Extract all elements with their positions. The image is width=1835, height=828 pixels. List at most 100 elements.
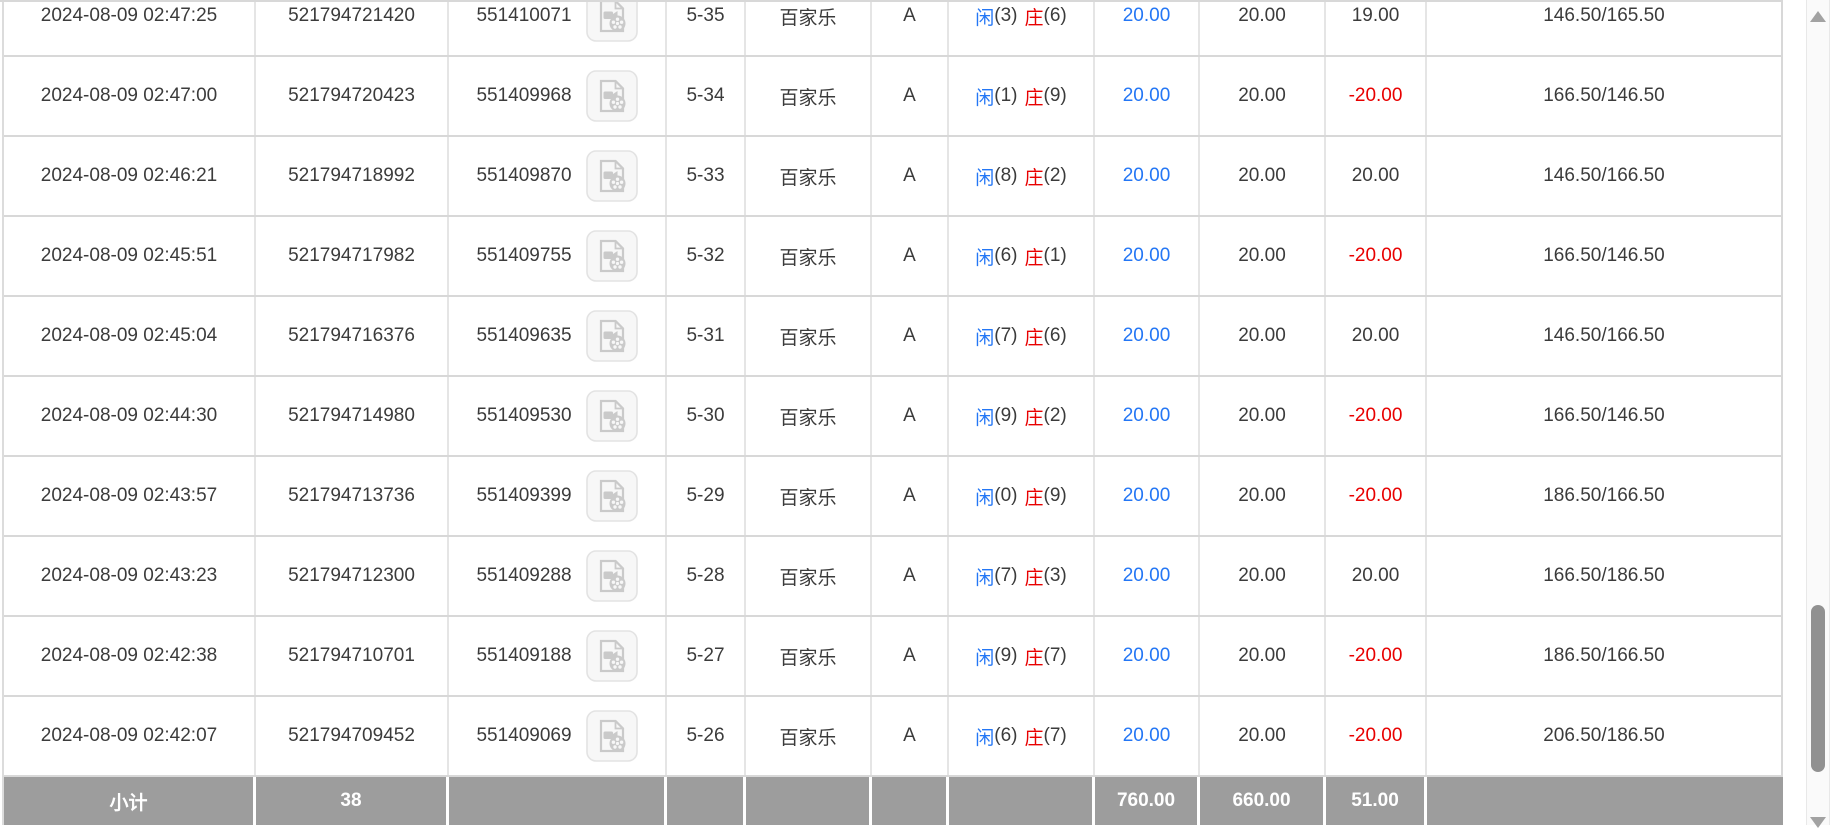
subtotal-empty-cell [1427,777,1783,825]
table-row: 2024-08-09 02:46:21 521794718992 5514098… [4,137,1783,217]
player-points: (6) [994,725,1017,747]
subtotal-empty-cell [667,777,746,825]
player-label: 闲 [975,243,994,270]
win-loss-cell: 20.00 [1326,137,1427,215]
video-replay-icon [586,70,638,122]
subtotal-valid-total: 660.00 [1200,777,1326,825]
balance-cell: 186.50/166.50 [1427,457,1783,535]
win-loss-cell: 20.00 [1326,537,1427,615]
round-id-cell: 551410071 [449,0,667,55]
bet-amount-cell: 20.00 [1095,137,1200,215]
bet-time-cell: 2024-08-09 02:45:51 [4,217,256,295]
table-code-cell: A [872,217,949,295]
subtotal-winloss-total: 51.00 [1326,777,1427,825]
video-replay-button[interactable] [586,310,638,362]
game-type-cell: 百家乐 [746,617,872,695]
banker-label: 庄 [1025,483,1044,510]
video-replay-button[interactable] [586,550,638,602]
video-replay-button[interactable] [586,390,638,442]
table-row: 2024-08-09 02:43:57 521794713736 5514093… [4,457,1783,537]
bet-id-cell: 521794710701 [256,617,449,695]
round-id: 551409188 [476,645,571,667]
player-points: (1) [994,85,1017,107]
bet-amount-cell: 20.00 [1095,617,1200,695]
video-replay-button[interactable] [586,230,638,282]
banker-label: 庄 [1025,323,1044,350]
balance-cell: 166.50/146.50 [1427,57,1783,135]
table-row: 2024-08-09 02:44:30 521794714980 5514095… [4,377,1783,457]
valid-amount-cell: 20.00 [1200,697,1326,775]
table-code-cell: A [872,537,949,615]
round-number-cell: 5-31 [667,297,746,375]
round-id: 551409755 [476,245,571,267]
player-points: (7) [994,565,1017,587]
banker-points: (2) [1044,165,1067,187]
video-replay-button[interactable] [586,0,638,42]
video-replay-icon [586,630,638,682]
game-type-cell: 百家乐 [746,137,872,215]
round-number-cell: 5-30 [667,377,746,455]
banker-points: (9) [1044,485,1067,507]
round-number-cell: 5-28 [667,537,746,615]
video-replay-button[interactable] [586,630,638,682]
game-result-cell: 闲(9)庄(2) [949,377,1095,455]
bet-id-cell: 521794721420 [256,0,449,55]
table-code-cell: A [872,57,949,135]
player-label: 闲 [975,163,994,190]
banker-label: 庄 [1025,243,1044,270]
game-type-cell: 百家乐 [746,537,872,615]
video-replay-button[interactable] [586,710,638,762]
bet-time-cell: 2024-08-09 02:42:07 [4,697,256,775]
scrollbar-thumb[interactable] [1811,605,1825,772]
banker-label: 庄 [1025,3,1044,30]
bet-time-cell: 2024-08-09 02:45:04 [4,297,256,375]
game-result-cell: 闲(6)庄(7) [949,697,1095,775]
video-replay-button[interactable] [586,70,638,122]
balance-cell: 146.50/166.50 [1427,137,1783,215]
bet-amount-cell: 20.00 [1095,217,1200,295]
win-loss-cell: -20.00 [1326,617,1427,695]
video-replay-button[interactable] [586,150,638,202]
player-label: 闲 [975,563,994,590]
bet-amount-cell: 20.00 [1095,457,1200,535]
video-replay-icon [586,150,638,202]
scroll-down-arrow-icon[interactable] [1810,817,1826,828]
balance-cell: 186.50/166.50 [1427,617,1783,695]
round-number-cell: 5-34 [667,57,746,135]
balance-cell: 166.50/146.50 [1427,217,1783,295]
game-type-cell: 百家乐 [746,697,872,775]
round-number-cell: 5-32 [667,217,746,295]
table-row: 2024-08-09 02:42:38 521794710701 5514091… [4,617,1783,697]
balance-cell: 146.50/166.50 [1427,297,1783,375]
bet-id-cell: 521794718992 [256,137,449,215]
video-replay-icon [586,310,638,362]
bet-amount-cell: 20.00 [1095,57,1200,135]
vertical-scrollbar[interactable] [1806,0,1830,825]
table-code-cell: A [872,137,949,215]
game-result-cell: 闲(9)庄(7) [949,617,1095,695]
scroll-up-arrow-icon[interactable] [1810,11,1826,22]
round-id: 551409530 [476,405,571,427]
video-replay-icon [586,550,638,602]
round-number-cell: 5-29 [667,457,746,535]
game-type-cell: 百家乐 [746,217,872,295]
player-points: (3) [994,5,1017,27]
round-id-cell: 551409870 [449,137,667,215]
game-result-cell: 闲(7)庄(3) [949,537,1095,615]
bet-time-cell: 2024-08-09 02:47:00 [4,57,256,135]
banker-points: (2) [1044,405,1067,427]
bet-amount-cell: 20.00 [1095,377,1200,455]
game-result-cell: 闲(6)庄(1) [949,217,1095,295]
subtotal-label: 小计 [4,777,256,825]
round-id: 551409968 [476,85,571,107]
subtotal-count: 38 [256,777,449,825]
video-replay-button[interactable] [586,470,638,522]
game-type-cell: 百家乐 [746,57,872,135]
round-id: 551409635 [476,325,571,347]
subtotal-empty-cell [949,777,1095,825]
balance-cell: 166.50/146.50 [1427,377,1783,455]
win-loss-cell: -20.00 [1326,697,1427,775]
bet-time-cell: 2024-08-09 02:46:21 [4,137,256,215]
subtotal-empty-cell [746,777,872,825]
video-replay-icon [586,230,638,282]
